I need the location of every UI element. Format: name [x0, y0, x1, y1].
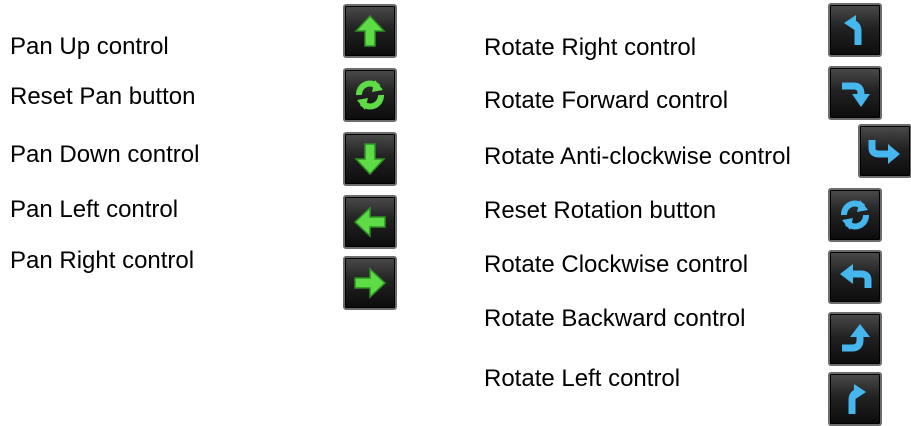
refresh-icon [841, 200, 869, 230]
rotate-clockwise-button[interactable] [828, 250, 882, 304]
refresh-icon [356, 80, 384, 110]
arrow-right-icon [354, 267, 387, 299]
rotate-forward-label: Rotate Forward control [484, 87, 729, 114]
pan-right-button[interactable] [343, 256, 397, 310]
arrow-left-icon [353, 206, 386, 238]
pan-left-button[interactable] [343, 195, 397, 249]
rotate-forward-button[interactable] [828, 66, 882, 120]
rotate-backward-label: Rotate Backward control [484, 305, 746, 332]
pan-left-label: Pan Left control [10, 196, 179, 223]
reset-rotation-button[interactable] [828, 188, 882, 242]
reset-pan-button[interactable] [343, 68, 397, 122]
reset-rotation-label: Reset Rotation button [484, 197, 717, 224]
rotate-backward-button[interactable] [828, 312, 882, 366]
reset-pan-label: Reset Pan button [10, 83, 196, 110]
rotate-right-label: Rotate Right control [484, 34, 697, 61]
pan-up-label: Pan Up control [10, 33, 169, 60]
rotate-left-button[interactable] [828, 372, 882, 426]
rotate-backward-icon [842, 324, 870, 352]
pan-up-button[interactable] [343, 4, 397, 58]
pan-down-button[interactable] [343, 132, 397, 186]
rotate-forward-icon [842, 82, 870, 107]
rotate-left-label: Rotate Left control [484, 365, 681, 392]
arrow-up-icon [354, 14, 386, 47]
arrow-down-icon [354, 143, 386, 176]
rotate-anticlockwise-label: Rotate Anti-clockwise control [484, 143, 791, 170]
rotate-clockwise-icon [840, 264, 872, 288]
rotate-left-icon [848, 384, 866, 414]
rotate-right-icon [844, 15, 862, 45]
pan-right-label: Pan Right control [10, 247, 195, 274]
rotate-right-button[interactable] [828, 3, 882, 57]
pan-down-label: Pan Down control [10, 141, 200, 168]
rotate-anticlockwise-icon [868, 140, 900, 164]
rotate-clockwise-label: Rotate Clockwise control [484, 251, 749, 278]
rotate-anticlockwise-button[interactable] [858, 124, 911, 178]
